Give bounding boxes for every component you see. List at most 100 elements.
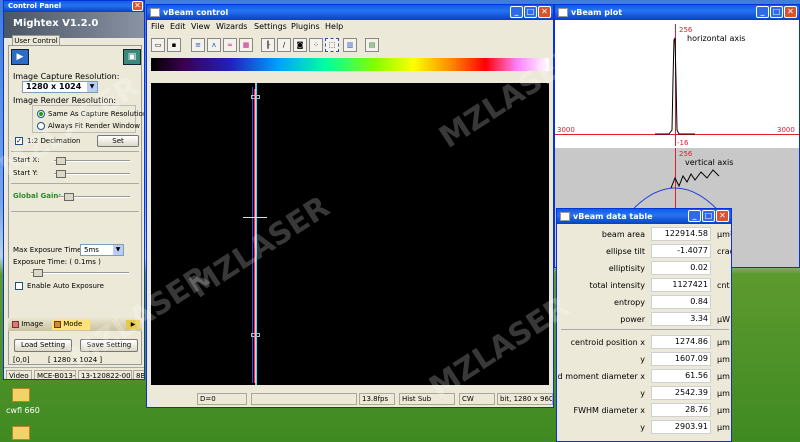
data-table-row: elliptisity 0.02 bbox=[557, 260, 731, 277]
exposure-time-label: Exposure Time: ( 0.1ms ) bbox=[13, 258, 101, 266]
status-res: bit, 1280 x 960 bbox=[497, 393, 553, 405]
row-unit: µm bbox=[717, 423, 730, 432]
desktop-icon[interactable] bbox=[12, 388, 30, 402]
profile-icon[interactable]: ≡ bbox=[191, 38, 205, 52]
row-unit: µm bbox=[717, 389, 730, 398]
row-unit: µW bbox=[717, 315, 730, 324]
row-unit: µm bbox=[717, 355, 730, 364]
decimation-checkbox[interactable]: ✓ bbox=[15, 137, 23, 145]
menu-edit[interactable]: Edit bbox=[170, 20, 186, 33]
data-table-row: beam area 122914.58 µm² bbox=[557, 226, 732, 243]
start-y-slider[interactable] bbox=[54, 170, 130, 178]
maximize-icon[interactable]: □ bbox=[770, 6, 783, 18]
color-map-icon[interactable]: ∞ bbox=[223, 38, 237, 52]
vbeam-data-table-window: vBeam data table _ □ ✕ beam area 122914.5… bbox=[556, 208, 732, 442]
app-icon bbox=[560, 212, 570, 221]
save-setting-button[interactable]: Save Setting bbox=[80, 339, 138, 352]
close-icon[interactable]: ✕ bbox=[784, 6, 797, 18]
close-icon[interactable]: ✕ bbox=[538, 6, 551, 18]
dots-icon[interactable]: ⁘ bbox=[309, 38, 323, 52]
exposure-time-slider[interactable] bbox=[31, 269, 129, 277]
grid-icon[interactable]: ▥ bbox=[343, 38, 357, 52]
divider bbox=[11, 211, 139, 212]
minimize-icon[interactable]: _ bbox=[756, 6, 769, 18]
row-unit: cnt bbox=[717, 281, 730, 290]
max-exposure-select[interactable]: 5ms ▼ bbox=[80, 244, 124, 256]
3d-icon[interactable]: ▦ bbox=[239, 38, 253, 52]
global-gain-slider[interactable] bbox=[58, 193, 130, 201]
minimize-icon[interactable]: _ bbox=[688, 210, 701, 222]
user-control-group bbox=[8, 45, 142, 365]
maximize-icon[interactable]: □ bbox=[702, 210, 715, 222]
menu-plugins[interactable]: Plugins bbox=[291, 20, 320, 33]
menu-help[interactable]: Help bbox=[325, 20, 343, 33]
max-exposure-label: Max Exposure Time: bbox=[13, 246, 84, 254]
histogram-icon[interactable]: ╟ bbox=[261, 38, 275, 52]
row-unit: µm bbox=[717, 372, 730, 381]
row-value: 1127421 bbox=[651, 278, 711, 292]
row-value: 2903.91 bbox=[651, 420, 711, 434]
vbeam-plot-title-bar[interactable]: vBeam plot _ □ ✕ bbox=[555, 5, 799, 20]
curve-icon[interactable]: ∕ bbox=[277, 38, 291, 52]
desktop-icon-label: cwfl 660 bbox=[6, 406, 40, 415]
data-table-row: FWHM diameter x 28.76 µm bbox=[557, 402, 731, 419]
crosshair-horizontal bbox=[243, 217, 267, 218]
row-key: y bbox=[640, 423, 645, 432]
start-x-slider[interactable] bbox=[54, 157, 130, 165]
max-exposure-value: 5ms bbox=[84, 246, 99, 254]
load-setting-button[interactable]: Load Setting bbox=[14, 339, 72, 352]
beam-image[interactable] bbox=[151, 83, 549, 385]
chevron-down-icon: ▼ bbox=[113, 245, 123, 255]
export-icon[interactable]: ▤ bbox=[365, 38, 379, 52]
marker-bottom bbox=[251, 333, 260, 337]
menu-settings[interactable]: Settings bbox=[254, 20, 287, 33]
gauss-icon[interactable]: ʌ bbox=[207, 38, 221, 52]
divider bbox=[11, 151, 139, 152]
beam-line-cyan bbox=[256, 83, 257, 385]
render-resolution-label: Image Render Resolution: bbox=[13, 96, 117, 105]
menu-file[interactable]: File bbox=[151, 20, 164, 33]
set-button[interactable]: Set bbox=[97, 135, 139, 147]
tab-image[interactable]: Image bbox=[10, 319, 48, 330]
menu-view[interactable]: View bbox=[191, 20, 210, 33]
radio-fit-label: Always Fit Render Window bbox=[48, 122, 140, 130]
save-icon[interactable]: ▪ bbox=[167, 38, 181, 52]
tab-arrow-icon[interactable]: ▶ bbox=[126, 320, 140, 329]
row-key: beam area bbox=[601, 230, 645, 239]
status-bits: 8B bbox=[133, 370, 144, 379]
save-setting-label: Save Setting bbox=[86, 341, 132, 349]
camera-icon[interactable]: ▣ bbox=[123, 49, 141, 65]
control-panel-status-bar: Video MCE-B013-U 13-120822-002 8B bbox=[4, 367, 144, 379]
desktop-icon[interactable] bbox=[12, 426, 30, 440]
control-panel-title-bar[interactable]: Control Panel ✕ bbox=[4, 1, 144, 12]
vbeam-control-title-bar[interactable]: vBeam control _ □ ✕ bbox=[147, 5, 553, 20]
close-icon[interactable]: ✕ bbox=[132, 1, 143, 11]
crop-icon[interactable]: ⬚ bbox=[325, 38, 339, 52]
radio-fit-window[interactable] bbox=[37, 122, 45, 130]
menu-wizards[interactable]: Wizards bbox=[216, 20, 247, 33]
capture-resolution-select[interactable]: 1280 x 1024 ▼ bbox=[22, 81, 98, 93]
close-icon[interactable]: ✕ bbox=[716, 210, 729, 222]
maximize-icon[interactable]: □ bbox=[524, 6, 537, 18]
camera-icon[interactable]: ◙ bbox=[293, 38, 307, 52]
row-key: y bbox=[640, 389, 645, 398]
divider bbox=[11, 183, 139, 184]
global-gain-label: Global Gain: bbox=[13, 192, 62, 200]
app-icon bbox=[558, 8, 568, 17]
minimize-icon[interactable]: _ bbox=[510, 6, 523, 18]
status-video: Video bbox=[6, 370, 32, 379]
tab-mode[interactable]: Mode bbox=[52, 319, 90, 330]
row-unit: µm² bbox=[717, 230, 732, 239]
row-key: y bbox=[640, 355, 645, 364]
data-table-title-bar[interactable]: vBeam data table _ □ ✕ bbox=[557, 209, 731, 224]
start-x-label: Start X: bbox=[13, 156, 40, 164]
prev-icon[interactable]: ▶ bbox=[11, 49, 29, 65]
row-key: ellipse tilt bbox=[605, 247, 645, 256]
control-panel-title: Control Panel bbox=[8, 2, 62, 10]
radio-same-as-capture[interactable] bbox=[37, 110, 45, 118]
auto-exposure-checkbox[interactable] bbox=[15, 282, 23, 290]
horizontal-plot-area: 256 horizontal axis 3000 3000 -16 bbox=[555, 20, 799, 148]
status-d: D=0 bbox=[197, 393, 247, 405]
open-icon[interactable]: ▭ bbox=[151, 38, 165, 52]
vbeam-plot-title: vBeam plot bbox=[571, 8, 623, 17]
